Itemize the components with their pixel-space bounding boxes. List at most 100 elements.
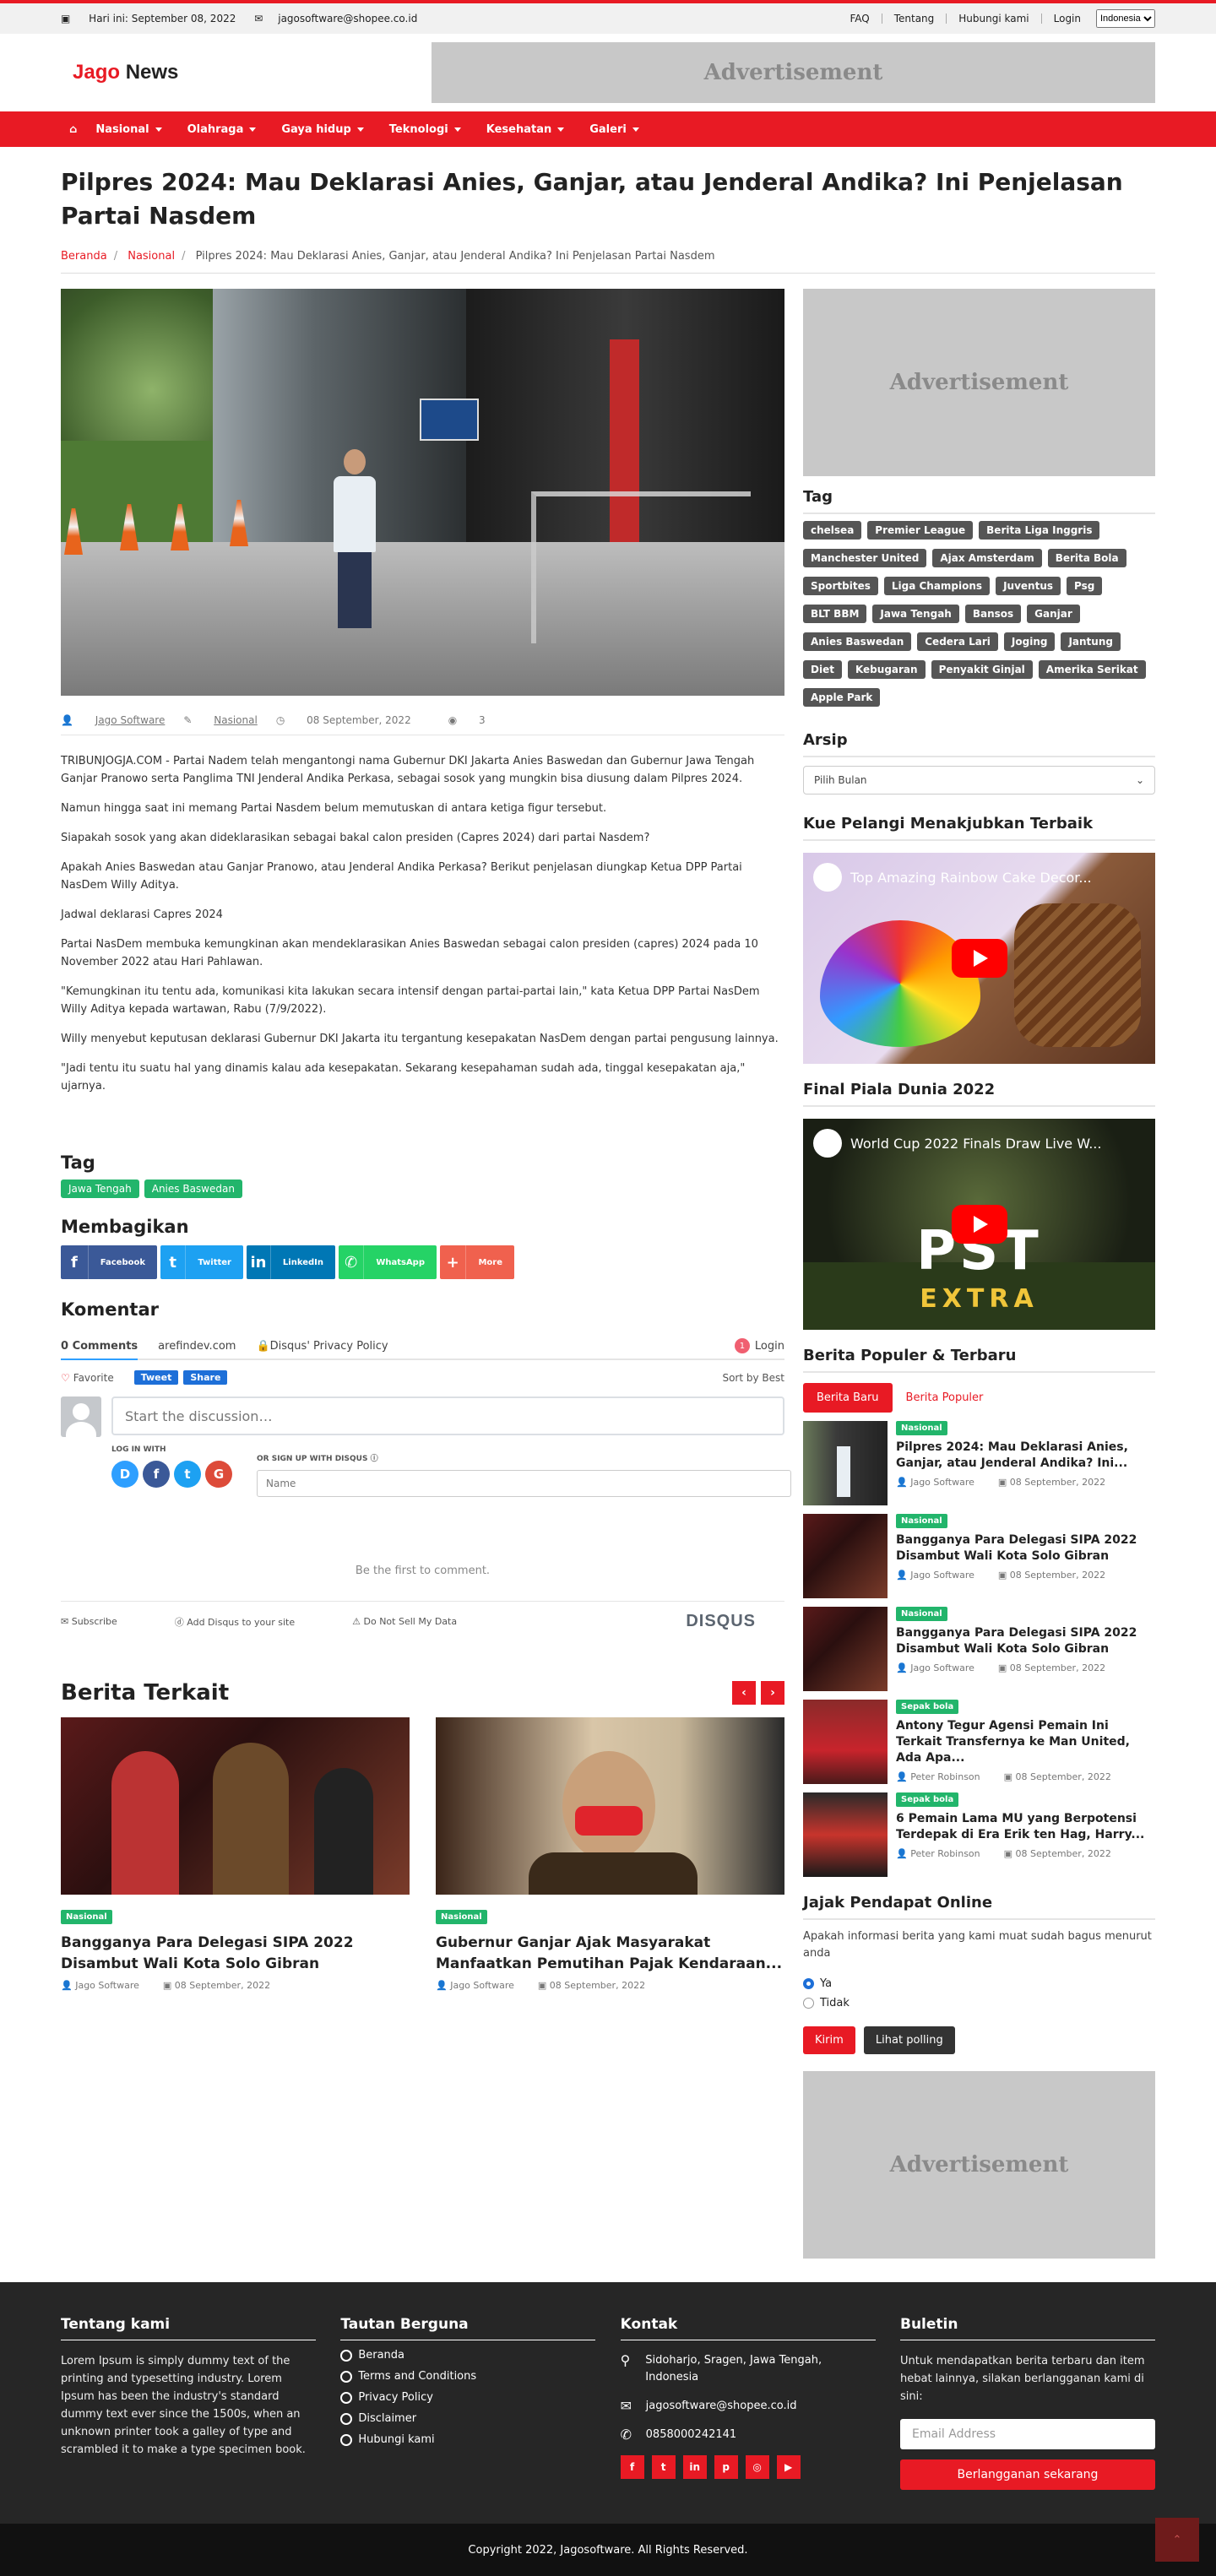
pinterest-icon[interactable]: p <box>714 2455 738 2479</box>
breadcrumb-home[interactable]: Beranda <box>61 250 107 263</box>
share-linkedin-button[interactable]: in LinkedIn <box>247 1245 335 1279</box>
share-twitter-button[interactable]: t Twitter <box>160 1245 243 1279</box>
nav-item-galeri[interactable]: Galeri <box>589 123 639 136</box>
chevron-left-icon[interactable]: ‹ <box>732 1681 756 1705</box>
tag-chip[interactable]: chelsea <box>803 521 862 540</box>
related-title[interactable]: Gubernur Ganjar Ajak Masyarakat Manfaatk… <box>436 1933 784 1975</box>
subscribe-link[interactable]: ✉ Subscribe <box>61 1616 146 1627</box>
tag-anies-baswedan[interactable]: Anies Baswedan <box>144 1180 242 1198</box>
tag-chip[interactable]: Jantung <box>1061 632 1121 651</box>
do-not-sell-link[interactable]: ⚠ Do Not Sell My Data <box>352 1616 486 1627</box>
footer-link[interactable]: Terms and Conditions <box>340 2370 595 2383</box>
tag-chip[interactable]: Joging <box>1003 632 1056 651</box>
footer-email[interactable]: jagosoftware@shopee.co.id <box>646 2398 797 2415</box>
header-ad[interactable]: Advertisement <box>432 42 1155 103</box>
sidebar-ad-bottom[interactable]: Advertisement <box>803 2071 1155 2259</box>
nav-item-teknologi[interactable]: Teknologi <box>389 123 461 136</box>
tag-chip[interactable]: Manchester United <box>803 549 927 567</box>
help-icon[interactable]: ⓘ <box>371 1455 378 1463</box>
tag-chip[interactable]: Berita Bola <box>1047 549 1126 567</box>
site-logo[interactable]: Jago News <box>73 61 178 84</box>
sort-dropdown[interactable]: Sort by Best <box>722 1372 784 1384</box>
disqus-login-icon[interactable]: D <box>111 1461 138 1488</box>
tag-chip[interactable]: Amerika Serikat <box>1038 660 1146 679</box>
poll-view-button[interactable]: Lihat polling <box>863 2026 955 2054</box>
tag-chip[interactable]: Ajax Amsterdam <box>932 549 1042 567</box>
facebook-icon[interactable]: f <box>620 2455 644 2479</box>
language-select[interactable]: Indonesia <box>1096 9 1155 28</box>
top-link-about[interactable]: Tentang <box>881 14 947 24</box>
newsletter-email-input[interactable]: Email Address <box>899 2419 1155 2449</box>
list-item[interactable]: Sepak bola Antony Tegur Agensi Pemain Ini… <box>803 1700 1155 1784</box>
tab-berita-baru[interactable]: Berita Baru <box>803 1383 893 1413</box>
tag-chip[interactable]: Penyakit Ginjal <box>931 660 1033 679</box>
top-link-login[interactable]: Login <box>1040 14 1093 24</box>
nav-item-olahraga[interactable]: Olahraga <box>187 123 257 136</box>
news-title[interactable]: 6 Pemain Lama MU yang Berpotensi Terdepa… <box>896 1811 1155 1843</box>
tag-chip[interactable]: Juventus <box>996 577 1061 595</box>
list-item[interactable]: Nasional Bangganya Para Delegasi SIPA 202… <box>803 1514 1155 1598</box>
nav-item-nasional[interactable]: Nasional <box>95 123 162 136</box>
footer-link[interactable]: Hubungi kami <box>340 2433 595 2446</box>
tag-chip[interactable]: BLT BBM <box>803 605 867 623</box>
tweet-button[interactable]: Tweet <box>133 1370 179 1385</box>
disqus-login-button[interactable]: Login <box>755 1340 784 1353</box>
instagram-icon[interactable]: ◎ <box>745 2455 769 2479</box>
twitter-login-icon[interactable]: t <box>174 1461 201 1488</box>
poll-option-no[interactable]: Tidak <box>803 1997 1155 2009</box>
linkedin-icon[interactable]: in <box>682 2455 707 2479</box>
tag-chip[interactable]: Cedera Lari <box>917 632 998 651</box>
chevron-right-icon[interactable]: › <box>761 1681 784 1705</box>
disqus-privacy-link[interactable]: Disqus' Privacy Policy <box>270 1340 388 1353</box>
tag-chip[interactable]: Kebugaran <box>847 660 926 679</box>
poll-submit-button[interactable]: Kirim <box>803 2026 855 2054</box>
back-to-top-button[interactable]: ⌃ <box>1155 2518 1199 2562</box>
tag-chip[interactable]: Apple Park <box>803 688 881 707</box>
tag-chip[interactable]: Psg <box>1067 577 1103 595</box>
tag-chip[interactable]: Diet <box>803 660 842 679</box>
top-link-contact[interactable]: Hubungi kami <box>946 14 1040 24</box>
share-button[interactable]: Share <box>183 1370 228 1385</box>
google-login-icon[interactable]: G <box>205 1461 232 1488</box>
video-embed[interactable]: PST EXTRA World Cup 2022 Finals Draw Liv… <box>803 1119 1155 1330</box>
footer-link[interactable]: Privacy Policy <box>340 2391 595 2404</box>
youtube-icon[interactable]: ▶ <box>776 2455 801 2479</box>
news-title[interactable]: Bangganya Para Delegasi SIPA 2022 Disamb… <box>896 1625 1155 1657</box>
tag-chip[interactable]: Ganjar <box>1027 605 1080 623</box>
related-title[interactable]: Bangganya Para Delegasi SIPA 2022 Disamb… <box>61 1933 410 1975</box>
share-facebook-button[interactable]: f Facebook <box>61 1245 157 1279</box>
tag-chip[interactable]: Berita Liga Inggris <box>979 521 1100 540</box>
related-card[interactable]: Nasional Gubernur Ganjar Ajak Masyarakat… <box>436 1717 784 1991</box>
tag-chip[interactable]: Bansos <box>964 605 1022 623</box>
poll-option-yes[interactable]: Ya <box>803 1977 1155 1990</box>
tag-chip[interactable]: Jawa Tengah <box>872 605 959 623</box>
tag-chip[interactable]: Premier League <box>867 521 974 540</box>
tag-jawa-tengah[interactable]: Jawa Tengah <box>61 1180 139 1198</box>
play-icon[interactable] <box>951 1205 1007 1244</box>
facebook-login-icon[interactable]: f <box>143 1461 170 1488</box>
subscribe-button[interactable]: Berlangganan sekarang <box>899 2459 1155 2490</box>
news-title[interactable]: Pilpres 2024: Mau Deklarasi Anies, Ganja… <box>896 1440 1155 1472</box>
news-title[interactable]: Antony Tegur Agensi Pemain Ini Terkait T… <box>896 1718 1155 1766</box>
home-icon[interactable]: ⌂ <box>69 123 77 136</box>
related-card[interactable]: Nasional Bangganya Para Delegasi SIPA 20… <box>61 1717 410 1991</box>
breadcrumb-category[interactable]: Nasional <box>128 250 175 263</box>
footer-phone[interactable]: 0858000242141 <box>646 2427 737 2443</box>
news-title[interactable]: Bangganya Para Delegasi SIPA 2022 Disamb… <box>896 1532 1155 1565</box>
share-more-button[interactable]: + More <box>440 1245 514 1279</box>
disqus-logo[interactable]: DISQUS <box>686 1612 756 1631</box>
nav-item-kesehatan[interactable]: Kesehatan <box>486 123 565 136</box>
share-whatsapp-button[interactable]: ✆ WhatsApp <box>339 1245 437 1279</box>
tab-berita-populer[interactable]: Berita Populer <box>893 1383 997 1413</box>
sidebar-ad[interactable]: Advertisement <box>803 289 1155 476</box>
footer-link[interactable]: Beranda <box>340 2349 595 2362</box>
comments-count-tab[interactable]: 0 Comments <box>61 1333 138 1360</box>
article-category[interactable]: Nasional <box>214 714 258 726</box>
article-author[interactable]: Jago Software <box>95 714 166 726</box>
list-item[interactable]: Nasional Pilpres 2024: Mau Deklarasi Anie… <box>803 1421 1155 1505</box>
name-input[interactable]: Name <box>257 1470 791 1497</box>
list-item[interactable]: Nasional Bangganya Para Delegasi SIPA 202… <box>803 1607 1155 1691</box>
add-disqus-link[interactable]: ⓓ Add Disqus to your site <box>175 1615 323 1629</box>
twitter-icon[interactable]: t <box>651 2455 676 2479</box>
favorite-button[interactable]: Favorite <box>73 1372 114 1384</box>
